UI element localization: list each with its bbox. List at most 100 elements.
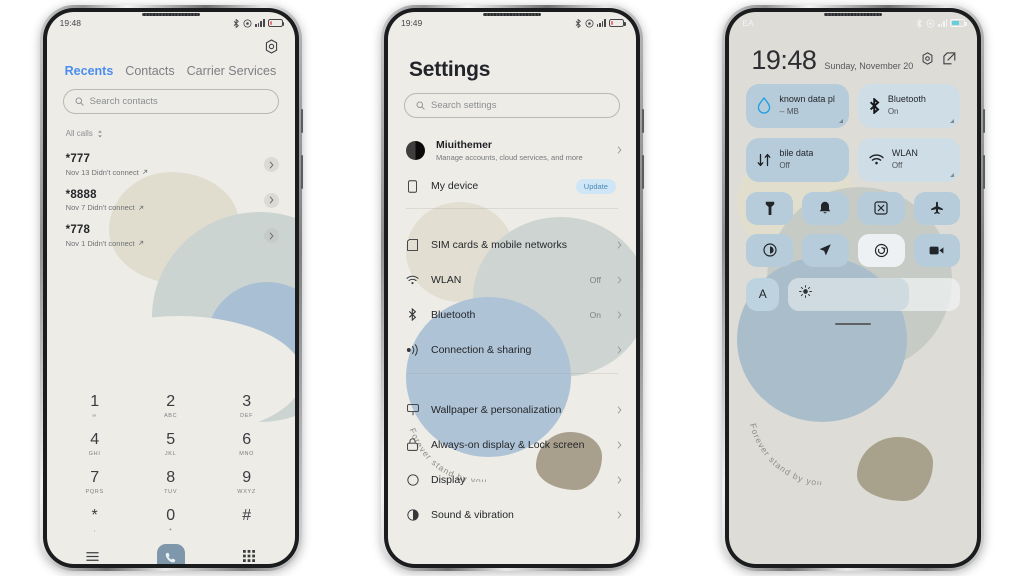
sim-icon <box>406 238 420 251</box>
tile-screen-record[interactable] <box>913 233 961 267</box>
sidebar-item-account[interactable]: Miuithemer Manage accounts, cloud servic… <box>388 130 636 170</box>
dialpad-actions <box>57 538 285 564</box>
search-placeholder: Search contacts <box>89 96 158 107</box>
call-detail: Nov 1 Didn't connect <box>66 239 264 248</box>
call-filter-dropdown[interactable]: All calls <box>66 129 295 138</box>
gear-icon[interactable] <box>921 51 934 70</box>
sidebar-item-sim-cards[interactable]: SIM cards & mobile networks <box>388 227 636 262</box>
tile-wlan[interactable]: WLAN Off <box>857 137 961 182</box>
tile-bluetooth[interactable]: Bluetooth On <box>857 83 961 128</box>
power-button[interactable] <box>983 155 986 189</box>
power-button[interactable] <box>641 155 644 189</box>
menu-icon[interactable] <box>86 549 99 564</box>
tab-contacts[interactable]: Contacts <box>125 64 174 78</box>
tile-auto-rotate[interactable] <box>857 233 905 267</box>
expand-corner-icon[interactable] <box>950 172 955 177</box>
call-filter-label: All calls <box>65 129 93 138</box>
search-contacts-input[interactable]: Search contacts <box>62 89 279 114</box>
tab-recents[interactable]: Recents <box>65 64 114 78</box>
edit-icon[interactable] <box>943 52 956 70</box>
dialpad-key-8[interactable]: 8 TUV <box>133 464 209 500</box>
tile-label: Bluetooth <box>887 93 926 104</box>
dialpad-key-4[interactable]: 4 GHI <box>57 426 133 462</box>
tile-location[interactable] <box>802 233 849 267</box>
dialpad-key-1[interactable]: 1 ∞ <box>57 388 133 424</box>
table-row[interactable]: *778 Nov 1 Didn't connect <box>47 218 295 254</box>
tile-flashlight[interactable] <box>746 191 794 225</box>
tile-screenshot[interactable] <box>857 191 905 225</box>
dialpad-key-3[interactable]: 3 DEF <box>209 388 285 424</box>
drag-handle[interactable] <box>835 322 872 326</box>
call-details-button[interactable] <box>263 157 279 173</box>
chevron-right-icon <box>617 306 622 324</box>
tile-dark-mode[interactable] <box>746 233 794 267</box>
sidebar-item-lock-screen[interactable]: Always-on display & Lock screen <box>388 427 636 462</box>
volume-button[interactable] <box>641 109 644 133</box>
auto-brightness-button[interactable]: A <box>746 277 780 311</box>
search-settings-input[interactable]: Search settings <box>403 93 620 118</box>
brightness-slider[interactable] <box>788 277 961 311</box>
table-row[interactable]: *777 Nov 13 Didn't connect <box>47 147 295 183</box>
tile-data-usage[interactable]: known data pl -- MB <box>746 83 849 128</box>
dialpad-key-star[interactable]: *, <box>57 502 133 538</box>
phone-screen: 19:48 Recents Contacts Carrier Services <box>46 12 295 564</box>
earpiece-speaker <box>141 13 200 16</box>
airplane-icon <box>931 201 943 215</box>
call-button[interactable] <box>157 544 186 564</box>
dialpad-key-hash[interactable]: # <box>209 502 285 538</box>
sidebar-item-sound[interactable]: Sound & vibration <box>388 497 636 532</box>
chevron-right-icon <box>617 141 622 159</box>
status-badge[interactable]: Update <box>575 178 616 194</box>
sidebar-item-value: On <box>589 309 601 320</box>
outgoing-arrow-icon <box>138 205 143 210</box>
chevron-right-icon <box>617 271 622 289</box>
call-detail: Nov 13 Didn't connect <box>66 168 264 177</box>
table-row[interactable]: *8888 Nov 7 Didn't connect <box>47 183 295 219</box>
tile-label: bile data <box>779 147 814 158</box>
sidebar-item-wallpaper[interactable]: Wallpaper & personalization <box>388 392 636 427</box>
dialpad-key-0[interactable]: 0 + <box>133 502 209 538</box>
display-icon <box>406 473 420 486</box>
chevron-right-icon <box>617 236 622 254</box>
tile-airplane[interactable] <box>913 191 961 225</box>
call-number: *778 <box>65 224 91 236</box>
status-icons <box>233 18 285 28</box>
sidebar-item-wlan[interactable]: WLAN Off <box>388 262 636 297</box>
keypad-icon[interactable] <box>243 549 256 564</box>
dialer-tabs: Recents Contacts Carrier Services <box>47 59 295 78</box>
dialpad-key-9[interactable]: 9 WXYZ <box>209 464 285 500</box>
dialpad-key-7[interactable]: 7 PQRS <box>57 464 133 500</box>
mobile-data-icon <box>757 153 771 166</box>
dialpad-key-2[interactable]: 2 ABC <box>133 388 209 424</box>
quick-tiles-row-1: known data pl -- MB Bluetooth On <box>729 74 977 128</box>
call-number: *777 <box>65 153 91 165</box>
clock-widget[interactable]: 19:48 Sunday, November 20 <box>729 34 977 74</box>
tile-silent[interactable] <box>802 191 849 225</box>
expand-corner-icon[interactable] <box>838 118 843 123</box>
power-button[interactable] <box>300 155 303 189</box>
expand-corner-icon[interactable] <box>950 118 955 123</box>
status-icons <box>575 18 626 28</box>
volume-button[interactable] <box>300 109 303 133</box>
sidebar-item-connection-sharing[interactable]: Connection & sharing <box>388 332 636 367</box>
phone-icon <box>406 179 420 193</box>
tile-label: known data pl <box>779 93 835 104</box>
status-icons <box>916 18 967 28</box>
chevron-right-icon <box>617 401 622 419</box>
tile-mobile-data[interactable]: bile data Off <box>746 137 849 182</box>
sidebar-item-bluetooth[interactable]: Bluetooth On <box>388 297 636 332</box>
dialpad-key-6[interactable]: 6 MNO <box>209 426 285 462</box>
phone-control-center: Forever stand by you EA 19:48 Sunday, No… <box>722 5 986 571</box>
gear-icon[interactable] <box>264 39 279 59</box>
call-details-button[interactable] <box>263 228 279 244</box>
dialpad-key-5[interactable]: 5 JKL <box>133 426 209 462</box>
volume-button[interactable] <box>983 109 986 133</box>
call-text: *778 Nov 1 Didn't connect <box>66 224 264 248</box>
sidebar-item-label: Display <box>430 473 466 486</box>
call-details-button[interactable] <box>263 192 279 208</box>
sidebar-item-display[interactable]: Display <box>388 462 636 497</box>
tab-carrier-services[interactable]: Carrier Services <box>187 64 277 78</box>
dialer-app: Recents Contacts Carrier Services Search… <box>47 34 295 564</box>
sidebar-item-my-device[interactable]: My device Update <box>388 170 636 202</box>
tile-label: WLAN <box>891 147 918 158</box>
